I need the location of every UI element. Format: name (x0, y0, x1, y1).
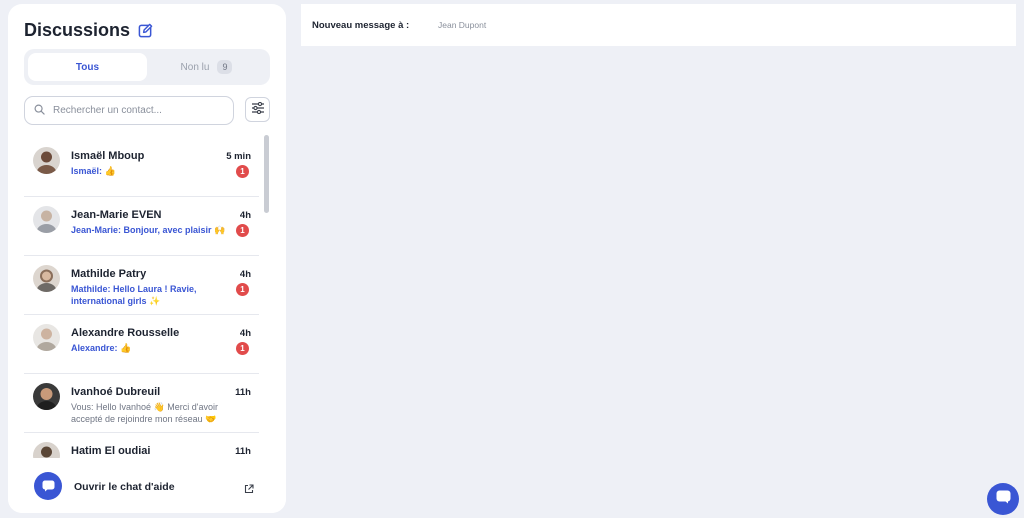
tab-all[interactable]: Tous (28, 53, 147, 81)
unread-count-badge: 9 (217, 60, 233, 74)
message-time: 4h (239, 210, 251, 221)
message-time: 11h (235, 446, 251, 457)
unread-badge: 1 (236, 342, 249, 355)
avatar (33, 206, 60, 233)
conversation-item[interactable]: Jean-Marie EVEN 4h Jean-Marie: Bonjour, … (24, 197, 259, 256)
unread-badge: 1 (236, 283, 249, 296)
page-title: Discussions (24, 20, 131, 40)
avatar (33, 442, 60, 458)
chat-icon (996, 490, 1011, 509)
edit-icon[interactable] (138, 23, 154, 39)
conversation-item[interactable]: Mathilde Patry 4h Mathilde: Hello Laura … (24, 256, 259, 315)
recipient-field[interactable]: Jean Dupont (438, 20, 486, 30)
search-input[interactable]: Rechercher un contact... (24, 96, 234, 125)
contact-name: Ivanhoé Dubreuil (71, 386, 161, 398)
message-preview: Jean-Marie: Bonjour, avec plaisir 🙌 (71, 225, 226, 235)
tab-unread[interactable]: Non lu 9 (147, 53, 266, 81)
filter-button[interactable] (245, 97, 270, 122)
contact-name: Jean-Marie EVEN (71, 209, 162, 221)
message-time: 5 min (226, 151, 251, 162)
search-placeholder: Rechercher un contact... (53, 105, 162, 116)
sidebar: Discussions Tous Non lu 9 Rechercher un … (8, 4, 286, 513)
chat-icon (34, 472, 62, 500)
conversation-item[interactable]: Hatim El oudiai 11h (24, 433, 259, 458)
avatar (33, 324, 60, 351)
contact-name: Hatim El oudiai (71, 445, 151, 457)
message-preview: Mathilde: Hello Laura ! Ravie, internati… (71, 284, 197, 306)
tab-all-label: Tous (75, 61, 100, 73)
message-preview: Vous: Hello Ivanhoé 👋 Merci d'avoir acce… (71, 402, 218, 424)
main-panel: Nouveau message à : Jean Dupont (301, 4, 1016, 518)
new-message-label: Nouveau message à : (312, 20, 410, 31)
avatar (33, 383, 60, 410)
conversation-item[interactable]: Ismaël Mboup 5 min Ismaël: 👍 1 (24, 138, 259, 197)
tabs: Tous Non lu 9 (24, 49, 270, 85)
message-time: 11h (235, 387, 251, 398)
avatar (33, 147, 60, 174)
message-time: 4h (239, 269, 251, 280)
avatar (33, 265, 60, 292)
search-icon (34, 102, 45, 120)
contact-name: Ismaël Mboup (71, 150, 145, 162)
filter-icon (251, 101, 265, 119)
contact-name: Alexandre Rousselle (71, 327, 180, 339)
scrollbar-thumb[interactable] (264, 135, 269, 213)
chat-area (301, 46, 1016, 518)
tab-unread-label: Non lu (180, 61, 210, 73)
unread-badge: 1 (236, 224, 249, 237)
sidebar-header: Discussions (24, 20, 154, 41)
conversation-list: Ismaël Mboup 5 min Ismaël: 👍 1 Jean-Mari… (8, 138, 270, 458)
new-message-header: Nouveau message à : Jean Dupont (301, 4, 1016, 46)
support-chat-button[interactable] (987, 483, 1019, 515)
message-preview: Alexandre: 👍 (71, 343, 132, 353)
contact-name: Mathilde Patry (71, 268, 147, 280)
help-chat-label: Ouvrir le chat d'aide (74, 481, 175, 493)
conversation-item[interactable]: Alexandre Rousselle 4h Alexandre: 👍 1 (24, 315, 259, 374)
help-chat-button[interactable]: Ouvrir le chat d'aide (8, 459, 286, 513)
unread-badge: 1 (236, 165, 249, 178)
external-link-icon (244, 481, 254, 494)
message-time: 4h (239, 328, 251, 339)
message-preview: Ismaël: 👍 (71, 166, 116, 176)
conversation-item[interactable]: Ivanhoé Dubreuil 11h Vous: Hello Ivanhoé… (24, 374, 259, 433)
scrollbar[interactable] (264, 135, 269, 455)
